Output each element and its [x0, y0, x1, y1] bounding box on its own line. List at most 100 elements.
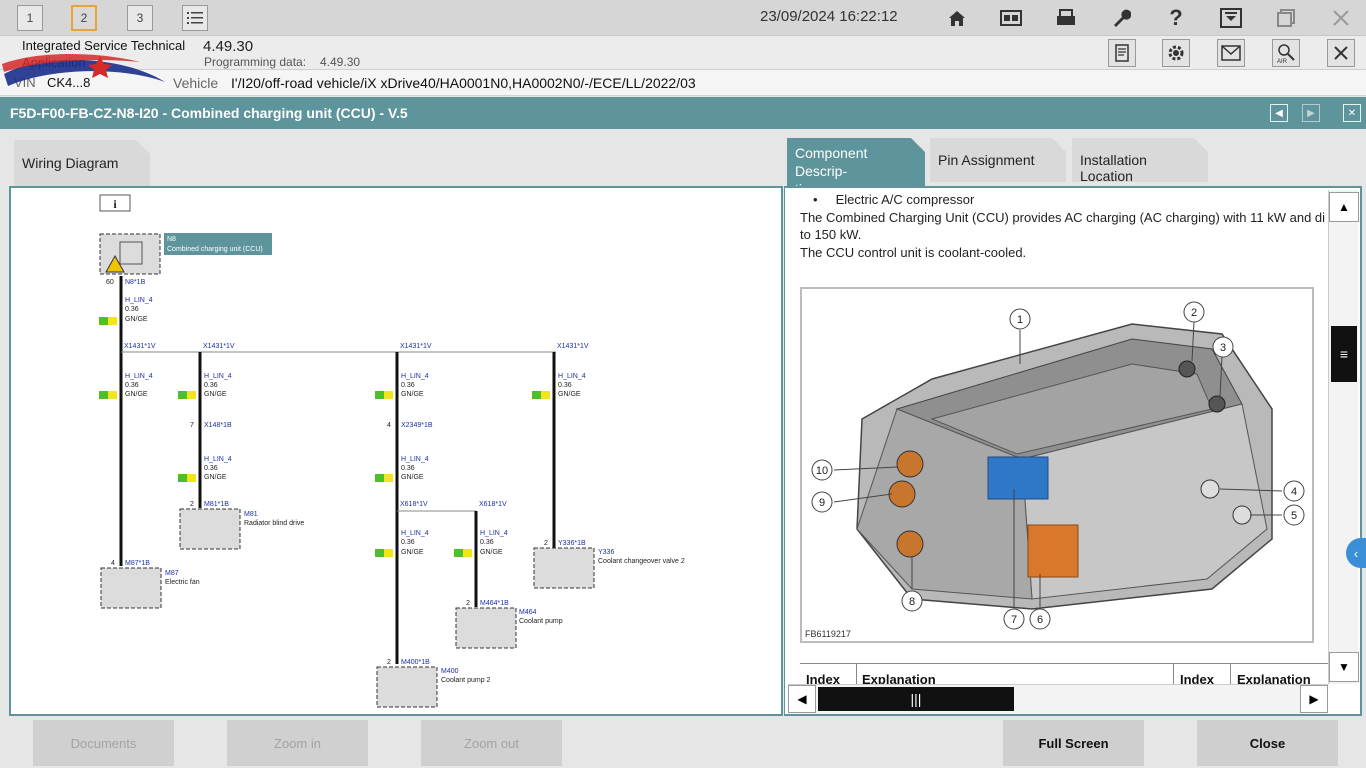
wire-size: 0.36	[204, 382, 218, 389]
settings-button[interactable]	[1162, 39, 1190, 67]
wire-size: 0.36	[558, 382, 572, 389]
close-icon: ✕	[1347, 107, 1357, 119]
wrench-button[interactable]	[1107, 4, 1135, 32]
m464-component-box[interactable]	[455, 607, 517, 649]
tab-installation-location[interactable]: Installation Location	[1072, 138, 1208, 182]
callout-9: 9	[819, 497, 825, 509]
display-button[interactable]	[997, 4, 1025, 32]
triangle-down-icon: ▼	[1338, 660, 1350, 674]
scroll-down-button[interactable]: ▼	[1329, 652, 1359, 682]
envelope-icon	[1221, 45, 1241, 61]
x2349-pin: 4	[387, 422, 391, 429]
wire-name: H_LIN_4	[125, 297, 153, 304]
scroll-left-button[interactable]: ◀	[788, 685, 816, 713]
component-description-panel[interactable]: • Electric A/C compressor The Combined C…	[784, 186, 1362, 716]
ccu-illustration: 1 2 3 4 5 6 7 8 9 10 FB6119217	[805, 301, 1305, 639]
scroll-up-button[interactable]: ▲	[1329, 192, 1359, 222]
question-icon: ?	[1169, 5, 1183, 30]
figure-id: FB6119217	[805, 629, 851, 639]
m400-component-box[interactable]	[376, 666, 438, 708]
app-header: Integrated Service Technical Application…	[0, 36, 1366, 70]
bullet-item: • Electric A/C compressor	[813, 192, 975, 207]
vertical-scroll-thumb[interactable]: ≡	[1331, 326, 1357, 382]
wiring-diagram[interactable]: i N8 Combined charging unit (CCU) 60 N8*…	[11, 188, 781, 714]
blue-connector	[987, 456, 1049, 500]
y336-code: Y336	[598, 549, 614, 556]
vin-label: VIN	[14, 75, 36, 90]
callout-5: 5	[1291, 510, 1297, 522]
y336-component-box[interactable]	[533, 547, 595, 589]
zoom-in-button[interactable]: Zoom in	[227, 720, 368, 766]
connector-x1431-b: X1431*1V	[203, 343, 235, 350]
tab-component-description[interactable]: Component Descrip- tion	[787, 138, 925, 186]
help-button[interactable]: ?	[1162, 4, 1190, 32]
previous-button[interactable]: ◀	[1270, 104, 1288, 122]
close-app-button[interactable]	[1327, 39, 1355, 67]
programming-data-value: 4.49.30	[320, 55, 361, 69]
full-screen-button[interactable]: Full Screen	[1003, 720, 1144, 766]
document-icon	[1115, 44, 1129, 62]
svg-text:AIR: AIR	[1277, 59, 1288, 64]
wire-color: GN/GE	[480, 549, 503, 556]
wire-color-swatch-green	[99, 317, 108, 325]
m87-code: M87	[165, 570, 179, 577]
close-document-button[interactable]: ✕	[1343, 104, 1361, 122]
close-icon	[1333, 10, 1349, 26]
wire-color: GN/GE	[401, 549, 424, 556]
documents-button[interactable]: Documents	[33, 720, 174, 766]
m81-connector: M81*1B	[204, 501, 229, 508]
next-button[interactable]: ▶	[1302, 104, 1320, 122]
workspace-1-button[interactable]: 1	[17, 5, 43, 31]
wire-size: 0.36	[401, 382, 415, 389]
wire-color: GN/GE	[558, 391, 581, 398]
explanation-table: Index Explanation Index Explanation	[800, 663, 1328, 685]
horizontal-scrollbar[interactable]: ◀ ||| ▶	[788, 684, 1328, 714]
callout-4: 4	[1291, 486, 1297, 498]
m81-component-box[interactable]	[179, 508, 241, 550]
description-para2: The CCU control unit is coolant-cooled.	[800, 245, 1027, 260]
download-button[interactable]	[1217, 4, 1245, 32]
n8-pin: 60	[106, 279, 114, 286]
n8-connector: N8*1B	[125, 279, 146, 286]
connector-x1431-a: X1431*1V	[124, 343, 156, 350]
workspace-3-button[interactable]: 3	[127, 5, 153, 31]
n8-code: N8	[167, 236, 176, 243]
wire-color: GN/GE	[125, 391, 148, 398]
wire-size: 0.36	[125, 382, 139, 389]
triangle-up-icon: ▲	[1338, 200, 1350, 214]
vin-value: CK4...8	[47, 75, 91, 90]
documents-tool-button[interactable]	[1108, 39, 1136, 67]
window-close-button[interactable]	[1327, 4, 1355, 32]
list-icon	[187, 12, 203, 24]
list-menu-button[interactable]	[182, 5, 208, 31]
zoom-out-button[interactable]: Zoom out	[421, 720, 562, 766]
restore-window-button[interactable]	[1272, 4, 1300, 32]
m87-component-box[interactable]	[100, 567, 162, 609]
mail-button[interactable]	[1217, 39, 1245, 67]
m400-pin: 2	[387, 659, 391, 666]
close-button[interactable]: Close	[1197, 720, 1338, 766]
air-search-button[interactable]: AIR	[1272, 39, 1300, 67]
triangle-left-icon: ◀	[1275, 107, 1283, 119]
scroll-right-button[interactable]: ▶	[1300, 685, 1328, 713]
m464-pin: 2	[466, 600, 470, 607]
tab-pin-assignment[interactable]: Pin Assignment	[930, 138, 1066, 182]
home-button[interactable]	[943, 4, 971, 32]
triangle-right-icon: ▶	[1307, 107, 1315, 119]
m464-code: M464	[519, 609, 537, 616]
vertical-scrollbar[interactable]: ▲ ≡ ▼	[1328, 190, 1359, 684]
tab-location-label: Installation Location	[1080, 152, 1147, 184]
print-button[interactable]	[1052, 4, 1080, 32]
wiring-diagram-panel[interactable]: i N8 Combined charging unit (CCU) 60 N8*…	[9, 186, 783, 716]
air-search-icon: AIR	[1277, 44, 1295, 64]
grip-icon: ≡	[1339, 346, 1349, 362]
app-version: 4.49.30	[203, 38, 254, 55]
tab-wiring-diagram[interactable]: Wiring Diagram	[14, 140, 150, 186]
description-para1-line2: to 150 kW.	[800, 227, 862, 242]
top-toolbar: 1 2 3 23/09/2024 16:22:12 ?	[0, 0, 1366, 36]
m81-name: Radiator blind drive	[244, 520, 304, 527]
wire-name: H_LIN_4	[204, 456, 232, 463]
workspace-2-button[interactable]: 2	[71, 5, 97, 31]
horizontal-scroll-thumb[interactable]: |||	[818, 687, 1014, 711]
vehicle-value: I'/I20/off-road vehicle/iX xDrive40/HA00…	[231, 75, 696, 91]
